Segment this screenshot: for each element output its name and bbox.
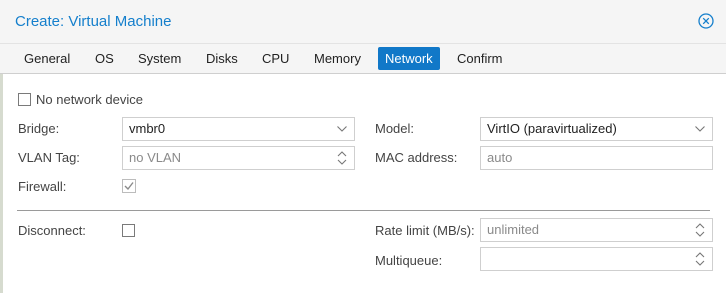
rate-limit-label: Rate limit (MB/s): <box>375 223 475 238</box>
chevron-down-icon[interactable] <box>694 118 706 140</box>
spinner-icon[interactable] <box>694 219 706 241</box>
multiqueue-spinner[interactable] <box>480 247 713 271</box>
checkmark-icon <box>122 179 136 193</box>
vlan-label: VLAN Tag: <box>18 150 80 165</box>
tab-disks[interactable]: Disks <box>199 47 245 70</box>
mac-placeholder: auto <box>487 150 513 165</box>
close-icon[interactable] <box>698 13 714 29</box>
model-select[interactable]: VirtIO (paravirtualized) <box>480 117 713 141</box>
vlan-tag-spinner[interactable]: no VLAN <box>122 146 355 170</box>
tab-confirm[interactable]: Confirm <box>450 47 510 70</box>
mac-label: MAC address: <box>375 150 458 165</box>
chevron-down-icon[interactable] <box>336 118 348 140</box>
model-label: Model: <box>375 121 415 136</box>
multiqueue-label: Multiqueue: <box>375 253 443 268</box>
bridge-label: Bridge: <box>18 121 60 136</box>
tab-network[interactable]: Network <box>378 47 440 70</box>
model-value: VirtIO (paravirtualized) <box>487 121 617 136</box>
tab-cpu[interactable]: CPU <box>255 47 296 70</box>
bridge-value: vmbr0 <box>129 121 166 136</box>
no-network-checkbox[interactable] <box>18 93 31 106</box>
mac-address-field[interactable]: auto <box>480 146 713 170</box>
disconnect-label: Disconnect: <box>18 223 86 238</box>
spinner-icon[interactable] <box>694 248 706 270</box>
bridge-select[interactable]: vmbr0 <box>122 117 355 141</box>
advanced-separator <box>17 210 710 211</box>
firewall-label: Firewall: <box>18 179 67 194</box>
no-network-label: No network device <box>36 92 143 107</box>
tab-system[interactable]: System <box>131 47 188 70</box>
tab-general[interactable]: General <box>17 47 77 70</box>
tab-memory[interactable]: Memory <box>307 47 368 70</box>
wizard-tabs: General OS System Disks CPU Memory Netwo… <box>0 44 726 74</box>
rate-placeholder: unlimited <box>487 222 540 237</box>
firewall-checkbox[interactable] <box>122 179 136 193</box>
tab-os[interactable]: OS <box>88 47 121 70</box>
spinner-icon[interactable] <box>336 147 348 169</box>
left-edge-strip <box>0 74 3 293</box>
rate-limit-spinner[interactable]: unlimited <box>480 218 713 242</box>
dialog-titlebar: Create: Virtual Machine <box>0 0 726 44</box>
dialog-title: Create: Virtual Machine <box>15 13 172 30</box>
vlan-placeholder: no VLAN <box>129 150 182 165</box>
create-vm-dialog: Create: Virtual Machine General OS Syste… <box>0 0 726 293</box>
disconnect-checkbox[interactable] <box>122 224 135 237</box>
